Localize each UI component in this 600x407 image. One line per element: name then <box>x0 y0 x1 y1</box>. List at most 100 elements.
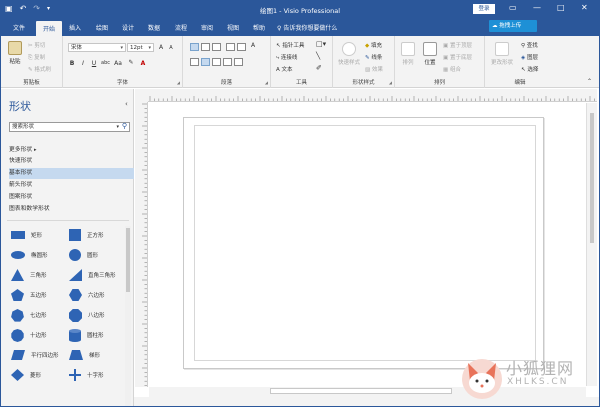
shape-cross[interactable]: 十字形 <box>69 367 104 383</box>
pencil-tool-icon[interactable]: ✐ <box>316 64 322 72</box>
tab-draw[interactable]: 绘图 <box>96 23 108 32</box>
cut-button[interactable]: ✂ 剪切 <box>28 41 45 49</box>
cloud-upload-button[interactable]: ☁ 拖拽上传 <box>489 20 537 32</box>
case-icon[interactable]: Aa <box>114 60 122 67</box>
shrink-font-icon[interactable]: A <box>167 45 175 51</box>
shape-octagon[interactable]: 八边形 <box>69 307 105 323</box>
position-button[interactable]: 位置 <box>420 42 440 66</box>
shape-parallelogram[interactable]: 平行四边形 <box>11 347 59 363</box>
tab-home[interactable]: 开始 <box>36 21 63 36</box>
stencil-arrow-shapes[interactable]: 箭头形状 <box>9 180 32 191</box>
send-to-back-button[interactable]: ▣ 置于底层 <box>443 53 472 61</box>
tab-help[interactable]: 帮助 <box>253 23 265 32</box>
shape-triangle[interactable]: 三角形 <box>11 267 47 283</box>
align-bottom-icon[interactable] <box>212 43 221 51</box>
font-color-icon[interactable]: A <box>139 60 147 67</box>
tab-file[interactable]: 文件 <box>13 23 25 32</box>
shape-diamond[interactable]: 菱形 <box>11 367 41 383</box>
grow-font-icon[interactable]: A <box>157 44 165 51</box>
align-button[interactable]: 排列 <box>398 42 418 66</box>
align-middle-icon[interactable] <box>201 43 210 51</box>
dialog-launcher-icon[interactable]: ◢ <box>177 80 180 85</box>
shape-trapezoid[interactable]: 梯形 <box>69 347 100 363</box>
underline-icon[interactable]: U <box>90 60 98 67</box>
shape-decagon[interactable]: 十边形 <box>11 327 47 343</box>
stencil-chart-math-shapes[interactable]: 图表和数学形状 <box>9 204 50 215</box>
chevron-down-icon[interactable]: ▾ <box>116 123 119 131</box>
pointer-tool-button[interactable]: ↖ 指针工具 <box>276 41 304 49</box>
tab-review[interactable]: 审阅 <box>201 23 213 32</box>
tab-process[interactable]: 流程 <box>175 23 187 32</box>
line-button[interactable]: ✎ 线条 <box>365 53 382 61</box>
shape-cylinder[interactable]: 圆柱形 <box>69 327 104 343</box>
layers-button[interactable]: ◈ 图层 <box>521 53 538 61</box>
collapse-pane-icon[interactable]: ‹ <box>125 100 128 108</box>
collapse-ribbon-icon[interactable]: ⌃ <box>587 78 592 85</box>
drawing-canvas[interactable] <box>149 103 581 386</box>
search-icon[interactable]: ⚲ <box>122 122 127 130</box>
rectangle-tool-icon[interactable]: □▾ <box>316 40 326 48</box>
change-shape-button[interactable]: 更改形状 <box>489 42 515 66</box>
scrollbar-thumb[interactable] <box>126 228 130 292</box>
stencil-pattern-shapes[interactable]: 图案形状 <box>9 192 32 203</box>
stencil-basic-shapes[interactable]: 基本形状 <box>9 168 134 179</box>
maximize-icon[interactable]: □ <box>557 2 565 14</box>
font-size-combo[interactable]: 12pt ▾ <box>127 43 154 52</box>
login-button[interactable]: 登录 <box>473 4 495 14</box>
justify-icon[interactable] <box>223 58 232 66</box>
minimize-icon[interactable]: — <box>533 2 541 14</box>
tell-me-box[interactable]: ♀ 告诉我你想要做什么 <box>277 23 337 32</box>
shape-hexagon[interactable]: 六边形 <box>69 287 105 303</box>
scrollbar-thumb[interactable] <box>590 113 594 243</box>
shape-heptagon[interactable]: 七边形 <box>11 307 47 323</box>
connector-button[interactable]: ⤷ 连接线 <box>276 53 297 62</box>
quick-styles-button[interactable]: 快速样式 <box>335 42 363 66</box>
bold-icon[interactable]: B <box>68 60 76 67</box>
shape-ellipse[interactable]: 椭圆形 <box>11 247 48 263</box>
strikethrough-icon[interactable]: abc <box>101 60 110 66</box>
indent-icon[interactable] <box>237 43 246 51</box>
tab-design[interactable]: 设计 <box>122 23 134 32</box>
shape-circle[interactable]: 圆形 <box>69 247 98 263</box>
tab-data[interactable]: 数据 <box>148 23 160 32</box>
highlight-icon[interactable]: ✎ <box>127 59 135 66</box>
text-tool-button[interactable]: A 文本 <box>276 65 293 73</box>
align-left-icon[interactable] <box>190 58 199 66</box>
bullets-icon[interactable] <box>226 43 235 51</box>
distribute-icon[interactable] <box>234 58 243 66</box>
tab-view[interactable]: 视图 <box>227 23 239 32</box>
dialog-launcher-icon[interactable]: ◢ <box>265 80 268 85</box>
tab-insert[interactable]: 插入 <box>69 23 81 32</box>
drawing-page[interactable] <box>183 117 544 369</box>
copy-button[interactable]: ⎘ 复制 <box>28 53 45 62</box>
find-button[interactable]: ⚲ 查找 <box>521 41 538 49</box>
close-icon[interactable]: ✕ <box>581 2 588 14</box>
search-shapes-input[interactable]: 搜索形状 ▾ ⚲ <box>9 122 130 132</box>
pane-title: 形状 <box>9 100 31 113</box>
paste-button[interactable]: 粘贴 <box>6 41 24 65</box>
align-top-icon[interactable] <box>190 43 199 51</box>
shape-right-triangle[interactable]: 直角三角形 <box>69 267 116 283</box>
italic-icon[interactable]: I <box>79 60 87 67</box>
group-button[interactable]: ▦ 组合 <box>443 65 461 73</box>
text-direction-icon[interactable]: A <box>249 42 257 49</box>
canvas-vertical-scrollbar[interactable] <box>586 103 597 386</box>
align-center-icon[interactable] <box>201 58 210 66</box>
shapes-scrollbar[interactable] <box>125 226 131 406</box>
format-painter-button[interactable]: ✎ 格式刷 <box>28 65 51 73</box>
stencil-quick-shapes[interactable]: 快速形状 <box>9 156 32 167</box>
shape-pentagon[interactable]: 五边形 <box>11 287 47 303</box>
align-right-icon[interactable] <box>212 58 221 66</box>
bring-to-front-button[interactable]: ▣ 置于顶层 <box>443 41 472 49</box>
ribbon-display-icon[interactable]: ▭ <box>509 2 517 14</box>
more-shapes-link[interactable]: 更多形状 ▸ <box>9 144 37 153</box>
fill-button[interactable]: ◆ 填充 <box>365 41 382 49</box>
select-button[interactable]: ↖ 选择 <box>521 65 538 73</box>
scrollbar-thumb[interactable] <box>270 388 452 394</box>
effects-button[interactable]: ▨ 效果 <box>365 65 383 73</box>
font-name-combo[interactable]: 宋体 ▾ <box>68 43 126 52</box>
shape-rectangle[interactable]: 矩形 <box>11 227 42 243</box>
dialog-launcher-icon[interactable]: ◢ <box>389 80 392 85</box>
line-tool-icon[interactable]: ╲ <box>316 52 320 60</box>
shape-square[interactable]: 正方形 <box>69 227 104 243</box>
